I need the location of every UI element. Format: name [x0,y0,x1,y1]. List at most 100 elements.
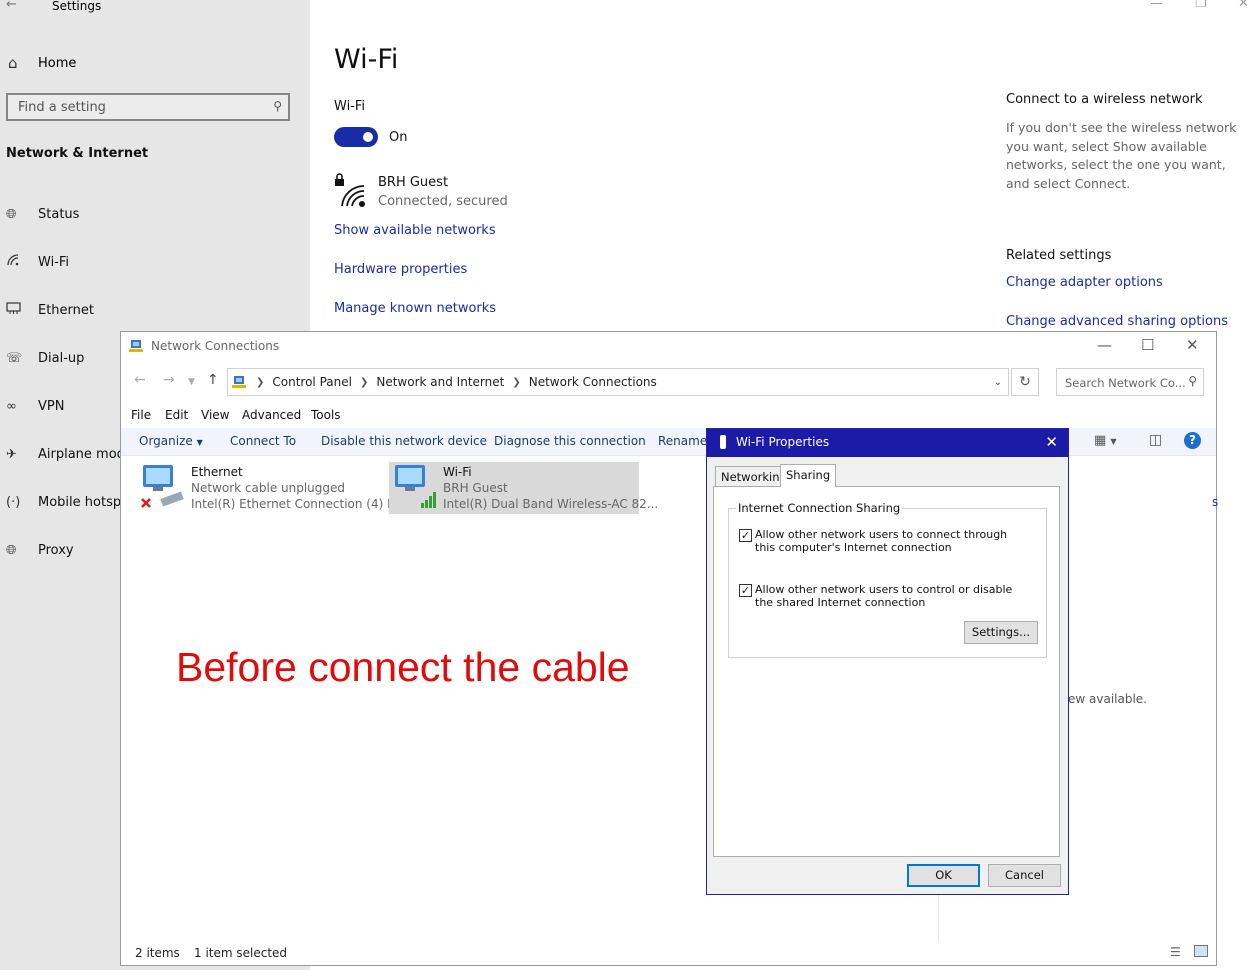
sidebar-item-label: Mobile hotsp [38,494,122,510]
network-name: BRH Guest [378,175,449,190]
props-titlebar: Wi-Fi Properties ✕ [707,429,1068,457]
sidebar-item-label: Dial-up [38,350,85,366]
home-nav-item[interactable]: ⌂ Home [8,53,298,73]
background-text-fragment: ew available. [1068,692,1147,706]
connect-wireless-heading: Connect to a wireless network [1006,92,1203,107]
breadcrumb-control-panel[interactable]: Control Panel [272,375,352,389]
sidebar-item-ethernet[interactable]: Ethernet [6,300,306,320]
globe-icon: 🌐︎ [6,542,17,558]
status-item-count: 2 items [135,946,180,960]
recent-dropdown-icon[interactable]: ▼ [188,377,195,387]
nc-minimize-icon[interactable]: — [1097,336,1112,354]
sidebar-item-wifi[interactable]: Wi-Fi [6,252,306,272]
close-icon[interactable]: ✕ [1238,0,1248,11]
ics-group-label: Internet Connection Sharing [736,501,903,515]
divider [938,895,939,941]
refresh-icon[interactable]: ↻ [1011,368,1039,396]
connection-status: Network cable unplugged [191,481,346,495]
find-setting-placeholder: Find a setting [18,100,106,115]
menu-file[interactable]: File [131,408,151,422]
nc-close-icon[interactable]: ✕ [1186,336,1199,354]
help-icon[interactable]: ? [1184,432,1201,449]
change-advanced-sharing-link[interactable]: Change advanced sharing options [1006,314,1228,329]
network-status: Connected, secured [378,194,508,209]
related-settings-heading: Related settings [1006,248,1112,263]
sharing-tab-panel: Internet Connection Sharing ✓ Allow othe… [713,486,1060,857]
menu-tools[interactable]: Tools [311,408,341,422]
cancel-button[interactable]: Cancel [988,864,1061,887]
chevron-right-icon: ❯ [256,376,265,388]
ics-settings-button[interactable]: Settings... [964,621,1038,644]
chevron-down-icon[interactable]: ⌄ [994,377,1002,388]
allow-connect-checkbox[interactable]: ✓ [739,529,752,542]
wifi-adapter-icon [720,435,726,449]
large-icons-view-icon[interactable] [1194,945,1208,957]
diagnose-button[interactable]: Diagnose this connection [494,434,646,448]
wifi-adapter-icon [395,465,436,508]
allow-control-checkbox[interactable]: ✓ [739,584,752,597]
globe-icon: 🌐︎ [6,206,17,222]
back-icon[interactable]: ← [134,372,146,388]
nc-search-placeholder: Search Network Co... [1065,376,1186,390]
sidebar-item-label: Status [38,206,80,222]
sidebar-item-label: Proxy [38,542,74,558]
chevron-right-icon: ❯ [512,376,521,388]
restore-icon[interactable]: ❐ [1195,0,1207,11]
manage-known-networks-link[interactable]: Manage known networks [334,301,496,316]
connection-adapter: Intel(R) Ethernet Connection (4) I... [191,497,403,511]
allow-control-label: Allow other network users to control or … [755,583,1013,609]
ethernet-icon [6,301,30,319]
annotation-overlay-text: Before connect the cable [176,644,630,690]
nc-maximize-icon[interactable]: ☐ [1141,336,1154,354]
hotspot-icon: (·) [6,494,21,510]
hardware-properties-link[interactable]: Hardware properties [334,262,467,277]
connection-name: Ethernet [191,465,243,479]
breadcrumb-network-connections[interactable]: Network Connections [529,375,657,389]
menu-edit[interactable]: Edit [165,408,188,422]
sidebar-item-label: Airplane mod [38,446,125,462]
status-selection: 1 item selected [194,946,288,960]
minimize-icon[interactable]: — [1150,0,1163,11]
toggle-state: On [389,130,408,145]
back-arrow-icon[interactable]: ← [6,0,17,12]
breadcrumb-network-internet[interactable]: Network and Internet [376,375,504,389]
props-title: Wi-Fi Properties [736,435,830,449]
change-adapter-options-link[interactable]: Change adapter options [1006,275,1163,290]
props-close-icon[interactable]: ✕ [1045,433,1058,451]
nc-search-input[interactable]: Search Network Co... ⚲ [1056,368,1204,396]
dialup-icon: ☏︎ [6,350,23,366]
connection-adapter: Intel(R) Dual Band Wireless-AC 82... [443,497,659,511]
wifi-toggle[interactable] [334,127,378,147]
details-view-icon[interactable]: ☰ [1170,945,1181,959]
change-view-icon[interactable]: ▦ ▼ [1094,433,1117,448]
home-label: Home [38,55,77,71]
sidebar-item-status[interactable]: 🌐︎ Status [6,204,306,224]
up-icon[interactable]: ↑ [207,372,219,388]
page-title: Wi-Fi [334,44,399,75]
nc-titlebar: Network Connections [129,339,279,353]
search-icon: ⚲ [1188,374,1197,388]
background-link-fragment: s [1212,495,1219,509]
chevron-right-icon: ❯ [359,376,369,388]
forward-icon[interactable]: → [163,372,175,388]
address-bar[interactable]: ❯ Control Panel ❯ Network and Internet ❯… [227,368,1009,396]
tab-sharing[interactable]: Sharing [780,464,837,487]
connect-to-button[interactable]: Connect To [230,434,296,448]
section-title: Network & Internet [6,146,149,161]
sidebar-item-label: Wi-Fi [38,254,70,270]
connection-status: BRH Guest [443,481,508,495]
connection-ethernet[interactable]: Ethernet Network cable unplugged Intel(R… [137,462,402,514]
menu-view[interactable]: View [201,408,229,422]
disable-device-button[interactable]: Disable this network device [321,434,487,448]
organize-button[interactable]: Organize ▼ [139,434,203,448]
preview-pane-icon[interactable]: ◫ [1149,432,1162,448]
ethernet-adapter-icon [141,465,184,508]
find-setting-input[interactable]: Find a setting ⚲ [6,93,290,121]
network-connections-icon [129,340,143,352]
show-available-networks-link[interactable]: Show available networks [334,223,496,238]
connection-wifi[interactable]: Wi-Fi BRH Guest Intel(R) Dual Band Wirel… [389,462,658,514]
ok-button[interactable]: OK [907,864,980,887]
menu-advanced[interactable]: Advanced [242,408,301,422]
home-icon: ⌂ [8,54,18,72]
toggle-knob [363,132,373,142]
